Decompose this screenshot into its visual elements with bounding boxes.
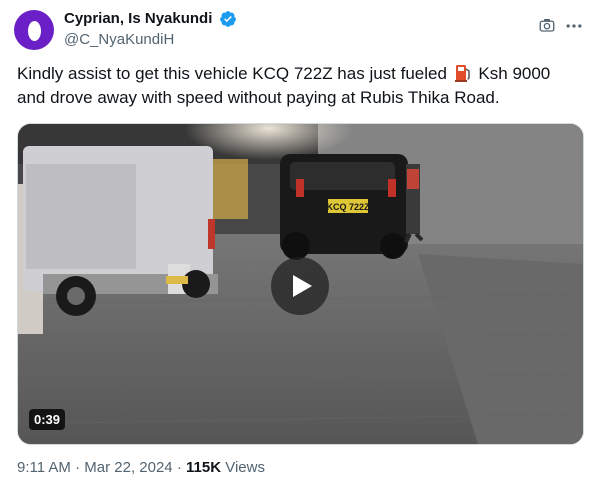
separator: ·: [75, 459, 81, 476]
tweet-text-amount: Ksh 9000: [478, 64, 551, 83]
tweet-date[interactable]: Mar 22, 2024: [84, 459, 172, 476]
views-label: Views: [225, 459, 265, 476]
avatar-shape: [28, 21, 41, 41]
tweet-text-line-2: and drove away with speed without paying…: [17, 88, 500, 107]
grok-icon[interactable]: [538, 16, 556, 34]
views-count: 115K: [186, 459, 222, 476]
tweet-time[interactable]: 9:11 AM: [17, 459, 71, 476]
play-button[interactable]: [271, 257, 329, 315]
fuel-pump-icon: [454, 65, 470, 82]
more-options-icon[interactable]: [564, 16, 584, 36]
author-handle[interactable]: @C_NyaKundiH: [64, 31, 174, 48]
video-duration-badge: 0:39: [29, 409, 66, 430]
author-display-name[interactable]: Cyprian, Is Nyakundi: [64, 10, 212, 27]
tweet-metadata: 9:11 AM · Mar 22, 2024 · 115K Views: [17, 459, 265, 476]
tweet-author-avatar[interactable]: [14, 10, 54, 50]
verified-badge-icon[interactable]: [219, 10, 237, 28]
video-player[interactable]: KCQ 722Z 0:39: [17, 123, 584, 445]
tweet-text: Kindly assist to get this vehicle KCQ 72…: [17, 62, 597, 110]
tweet-text-part: Kindly assist to get this vehicle KCQ 72…: [17, 64, 447, 83]
separator: ·: [176, 459, 182, 476]
tweet-text-line-1: Kindly assist to get this vehicle KCQ 72…: [17, 62, 597, 86]
play-icon: [293, 275, 312, 297]
